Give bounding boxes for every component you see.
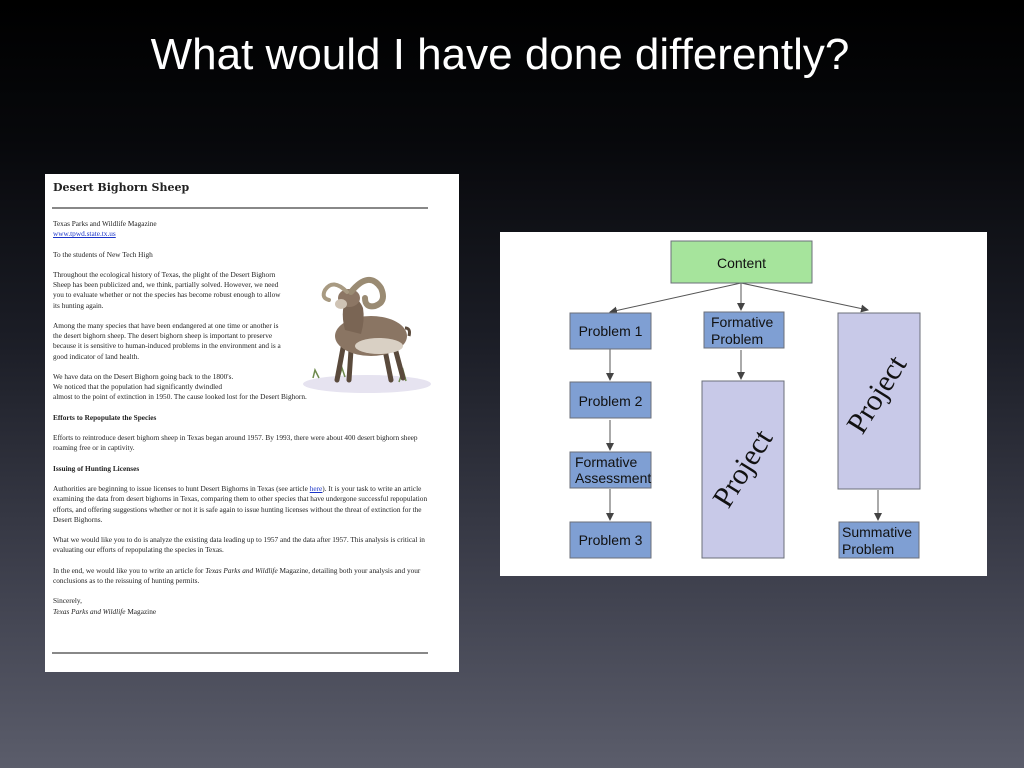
- signature-rest: Magazine: [125, 606, 157, 616]
- document-section-1-text: Efforts to reintroduce desert bighorn sh…: [53, 433, 418, 453]
- document-image: Desert Bighorn Sheep Texas Parks and Wil…: [45, 174, 459, 672]
- document-paragraph-3b: We noticed that the population had signi…: [53, 382, 223, 392]
- document-url-link[interactable]: www.tpwd.state.tx.us: [53, 229, 116, 238]
- arrow-content-to-project-right: [740, 282, 869, 313]
- content-node: Content: [670, 240, 813, 284]
- problem-3-node: Problem 3: [569, 521, 652, 559]
- section-2-text-start: Authorities are beginning to issue licen…: [53, 484, 310, 494]
- formative-assessment-node: Formative Assessment: [569, 451, 652, 489]
- slide-title: What would I have done differently?: [150, 30, 850, 79]
- formative-problem-label-line-2: Problem: [711, 331, 763, 347]
- document-paragraph-3c: almost to the point of extinction in 195…: [53, 392, 307, 402]
- problem-2-label: Problem 2: [579, 393, 643, 409]
- magazine-name: Texas Parks and Wildlife: [205, 565, 278, 575]
- document-paragraph-4: What we would like you to do is analyze …: [53, 535, 425, 555]
- problem-2-node: Problem 2: [569, 381, 652, 419]
- document-paragraph-5: In the end, we would like you to write a…: [53, 566, 431, 586]
- summative-problem-label-line-2: Problem: [842, 541, 894, 557]
- article-here-link[interactable]: here: [310, 484, 323, 493]
- formative-problem-label-line-1: Formative: [711, 314, 773, 330]
- document-paragraph-1: Throughout the ecological history of Tex…: [53, 269, 281, 310]
- signature-magazine-name: Texas Parks and Wildlife: [53, 606, 126, 616]
- arrow-content-to-problem1: [609, 282, 742, 315]
- document-body: Texas Parks and Wildlife Magazine www.tp…: [53, 219, 431, 627]
- project-middle-node: Project: [701, 380, 785, 559]
- document-paragraph-2: Among the many species that have been en…: [53, 320, 281, 361]
- document-greeting: To the students of New Tech High: [53, 249, 153, 259]
- document-closing: Sincerely,: [53, 596, 82, 606]
- project-right-node: Project: [837, 312, 921, 490]
- formative-assessment-label-line-2: Assessment: [575, 470, 651, 486]
- document-section-2-text: Authorities are beginning to issue licen…: [53, 484, 431, 525]
- document-bottom-rule: [52, 652, 428, 654]
- problem-3-label: Problem 3: [579, 532, 643, 548]
- summative-problem-node: Summative Problem: [838, 521, 920, 559]
- document-top-rule: [52, 207, 428, 209]
- summative-problem-label-line-1: Summative: [842, 524, 912, 540]
- formative-problem-node: Formative Problem: [703, 311, 785, 349]
- paragraph-5-start: In the end, we would like you to write a…: [53, 565, 206, 575]
- problem-1-node: Problem 1: [569, 312, 652, 350]
- document-paragraph-3a: We have data on the Desert Bighorn going…: [53, 371, 234, 381]
- flow-diagram: Content Problem 1 Problem 2 Formative As…: [500, 232, 987, 576]
- document-section-2-title: Issuing of Hunting Licenses: [53, 463, 140, 473]
- document-source: Texas Parks and Wildlife Magazine: [53, 219, 157, 228]
- flow-diagram-svg: Content Problem 1 Problem 2 Formative As…: [569, 240, 921, 559]
- formative-assessment-label-line-1: Formative: [575, 454, 637, 470]
- content-label: Content: [717, 255, 766, 271]
- problem-1-label: Problem 1: [579, 323, 643, 339]
- document-heading: Desert Bighorn Sheep: [53, 181, 190, 194]
- document-section-1-title: Efforts to Repopulate the Species: [53, 412, 157, 422]
